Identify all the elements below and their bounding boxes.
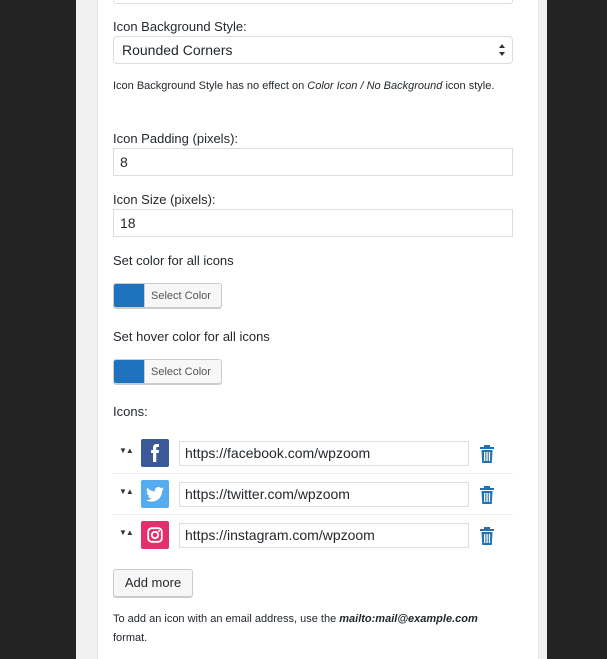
hover-color-button[interactable]: Select Color bbox=[113, 359, 222, 384]
icon-background-style-select[interactable]: Rounded Corners bbox=[113, 36, 513, 64]
instagram-icon bbox=[141, 521, 169, 549]
hover-color-swatch bbox=[114, 360, 145, 383]
icon-color-button-label: Select Color bbox=[151, 289, 211, 302]
email-icon-note: To add an icon with an email address, us… bbox=[113, 613, 478, 644]
icon-size-input[interactable]: 18 bbox=[113, 209, 513, 237]
icon-background-style-label: Icon Background Style: bbox=[113, 19, 247, 34]
icon-background-style-value: Rounded Corners bbox=[122, 42, 233, 58]
trash-icon[interactable] bbox=[479, 486, 495, 504]
add-more-button[interactable]: Add more bbox=[113, 569, 193, 597]
icon-url-input[interactable]: https://twitter.com/wpzoom bbox=[179, 482, 469, 507]
icon-url-input[interactable]: https://instagram.com/wpzoom bbox=[179, 523, 469, 548]
icon-color-swatch bbox=[114, 284, 145, 307]
icon-color-label: Set color for all icons bbox=[113, 253, 234, 268]
icon-row: ▼▲ https://instagram.com/wpzoom bbox=[113, 515, 513, 556]
icon-padding-input[interactable]: 8 bbox=[113, 148, 513, 176]
trash-icon[interactable] bbox=[479, 527, 495, 545]
icon-padding-label: Icon Padding (pixels): bbox=[113, 131, 239, 146]
sort-handle-icon[interactable]: ▼▲ bbox=[119, 487, 134, 496]
sort-handle-icon[interactable]: ▼▲ bbox=[119, 528, 134, 537]
icon-background-style-note: Icon Background Style has no effect on C… bbox=[113, 80, 495, 92]
twitter-icon bbox=[141, 480, 169, 508]
icon-row: ▼▲ https://twitter.com/wpzoom bbox=[113, 474, 513, 515]
icon-color-button[interactable]: Select Color bbox=[113, 283, 222, 308]
facebook-icon bbox=[141, 439, 169, 467]
select-arrows-icon bbox=[499, 44, 505, 56]
previous-field-edge bbox=[113, 0, 513, 4]
icon-url-input[interactable]: https://facebook.com/wpzoom bbox=[179, 441, 469, 466]
hover-color-button-label: Select Color bbox=[151, 365, 211, 378]
sort-handle-icon[interactable]: ▼▲ bbox=[119, 446, 134, 455]
trash-icon[interactable] bbox=[479, 445, 495, 463]
hover-color-label: Set hover color for all icons bbox=[113, 329, 270, 344]
icon-row: ▼▲ https://facebook.com/wpzoom bbox=[113, 433, 513, 474]
icon-size-label: Icon Size (pixels): bbox=[113, 192, 216, 207]
icons-label: Icons: bbox=[113, 404, 148, 419]
